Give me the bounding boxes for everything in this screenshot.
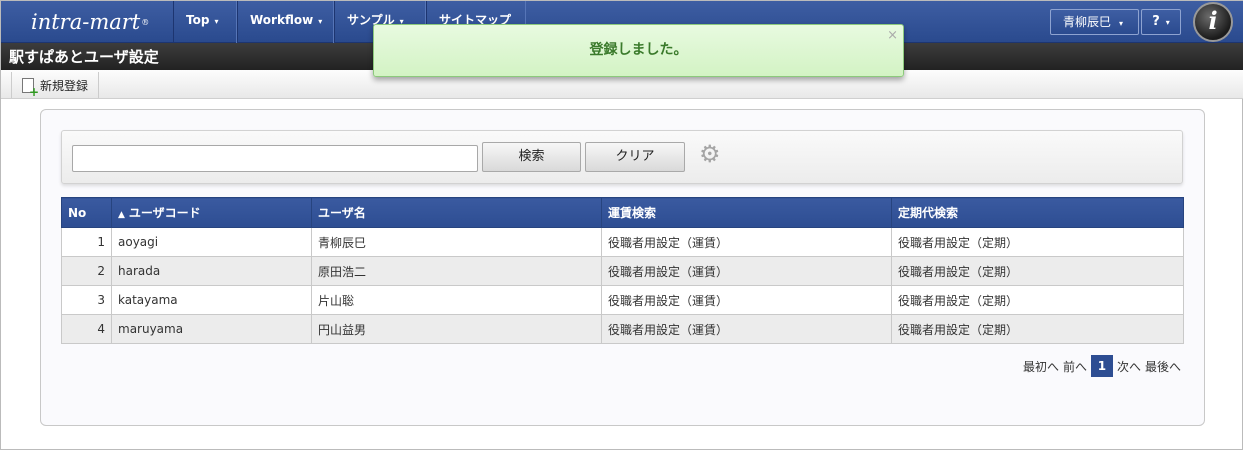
cell-fare-search: 役職者用設定（運賃） xyxy=(601,256,892,286)
chevron-down-icon: ▾ xyxy=(1119,19,1124,28)
pager-next-link[interactable]: 次へ xyxy=(1117,358,1141,375)
nav-workflow[interactable]: Workflow ▾ xyxy=(237,1,334,43)
user-table: No ▲ ユーザコード ユーザ名 運賃検索 定期代検索 1 aoyagi 青柳辰巳… xyxy=(61,197,1184,344)
table-header-row: No ▲ ユーザコード ユーザ名 運賃検索 定期代検索 xyxy=(61,197,1184,228)
cell-fare-search: 役職者用設定（運賃） xyxy=(601,285,892,315)
user-menu-button[interactable]: 青柳辰巳 ▾ xyxy=(1050,9,1139,35)
pager-prev-link[interactable]: 前へ xyxy=(1063,358,1087,375)
search-input[interactable] xyxy=(72,145,478,172)
cell-no: 2 xyxy=(61,256,112,286)
table-row[interactable]: 2 harada 原田浩二 役職者用設定（運賃） 役職者用設定（定期） xyxy=(61,256,1184,286)
pager-first-link[interactable]: 最初へ xyxy=(1023,358,1059,375)
pager-current-page[interactable]: 1 xyxy=(1090,355,1113,377)
table-row[interactable]: 3 katayama 片山聡 役職者用設定（運賃） 役職者用設定（定期） xyxy=(61,285,1184,315)
column-header-user-code[interactable]: ▲ ユーザコード xyxy=(111,197,312,228)
cell-user-code: maruyama xyxy=(111,314,312,344)
cell-user-code: katayama xyxy=(111,285,312,315)
column-header-no[interactable]: No xyxy=(61,197,112,228)
intra-mart-logo[interactable]: intra-mart ® xyxy=(31,5,149,39)
nav-workflow-label: Workflow xyxy=(250,13,314,27)
logo-text: intra-mart xyxy=(31,10,141,34)
cell-no: 4 xyxy=(61,314,112,344)
sort-ascending-icon: ▲ xyxy=(118,210,125,220)
cell-pass-search: 役職者用設定（定期） xyxy=(891,256,1184,286)
brand-i-icon[interactable]: i xyxy=(1193,2,1233,42)
cell-user-name: 円山益男 xyxy=(311,314,602,344)
cell-no: 1 xyxy=(61,227,112,257)
column-header-pass-search[interactable]: 定期代検索 xyxy=(891,197,1184,228)
column-header-user-name[interactable]: ユーザ名 xyxy=(311,197,602,228)
search-button[interactable]: 検索 xyxy=(482,142,581,172)
chevron-down-icon: ▾ xyxy=(214,17,219,26)
pager-last-link[interactable]: 最後へ xyxy=(1145,358,1181,375)
page-title: 駅すぱあとユーザ設定 xyxy=(9,48,159,66)
new-register-button[interactable]: 新規登録 xyxy=(11,72,100,98)
success-toast: 登録しました。 × xyxy=(373,24,904,77)
cell-user-name: 原田浩二 xyxy=(311,256,602,286)
logo-registered-mark: ® xyxy=(141,17,150,27)
cell-user-name: 片山聡 xyxy=(311,285,602,315)
cell-pass-search: 役職者用設定（定期） xyxy=(891,314,1184,344)
chevron-down-icon: ▾ xyxy=(318,17,323,26)
cell-pass-search: 役職者用設定（定期） xyxy=(891,285,1184,315)
table-row[interactable]: 1 aoyagi 青柳辰巳 役職者用設定（運賃） 役職者用設定（定期） xyxy=(61,227,1184,257)
help-label: ? xyxy=(1152,14,1160,29)
gear-icon[interactable]: ⚙ xyxy=(699,142,723,166)
cell-user-code: aoyagi xyxy=(111,227,312,257)
clear-button[interactable]: クリア xyxy=(585,142,685,172)
new-document-icon xyxy=(22,77,39,97)
cell-no: 3 xyxy=(61,285,112,315)
cell-fare-search: 役職者用設定（運賃） xyxy=(601,314,892,344)
cell-fare-search: 役職者用設定（運賃） xyxy=(601,227,892,257)
user-name: 青柳辰巳 xyxy=(1063,15,1112,29)
toast-message: 登録しました。 xyxy=(589,42,688,58)
cell-user-code: harada xyxy=(111,256,312,286)
pagination: 最初へ 前へ 1 次へ 最後へ xyxy=(1023,355,1181,377)
table-row[interactable]: 4 maruyama 円山益男 役職者用設定（運賃） 役職者用設定（定期） xyxy=(61,314,1184,344)
cell-user-name: 青柳辰巳 xyxy=(311,227,602,257)
help-menu-button[interactable]: ? ▾ xyxy=(1141,9,1181,35)
close-icon[interactable]: × xyxy=(887,28,898,43)
nav-top-label: Top xyxy=(186,13,210,27)
chevron-down-icon: ▾ xyxy=(1165,18,1170,27)
nav-top[interactable]: Top ▾ xyxy=(173,1,237,43)
column-header-fare-search[interactable]: 運賃検索 xyxy=(601,197,892,228)
cell-pass-search: 役職者用設定（定期） xyxy=(891,227,1184,257)
column-header-user-code-label: ユーザコード xyxy=(128,206,201,220)
new-register-label: 新規登録 xyxy=(40,78,89,93)
